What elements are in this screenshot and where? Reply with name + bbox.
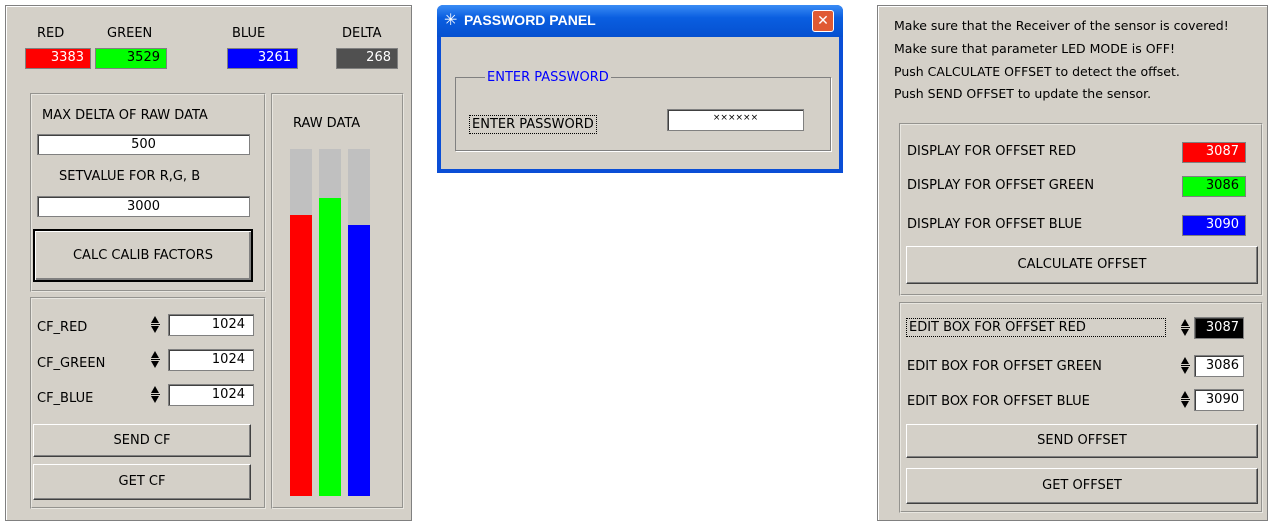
cf-blue-input[interactable]: 1024 — [168, 384, 254, 406]
cf-red-input[interactable]: 1024 — [168, 314, 254, 336]
raw-bar-green — [319, 149, 341, 496]
max-delta-label: MAX DELTA OF RAW DATA — [42, 108, 208, 123]
password-group-label: ENTER PASSWORD — [485, 70, 611, 85]
close-icon: ✕ — [817, 13, 829, 29]
edit-red-input[interactable]: 3087 — [1194, 317, 1244, 339]
cf-blue-spinner[interactable] — [151, 385, 160, 405]
get-cf-button[interactable]: GET CF — [33, 464, 251, 500]
cf-red-label: CF_RED — [37, 320, 88, 335]
instruction-3: Push CALCULATE OFFSET to detect the offs… — [894, 64, 1180, 79]
display-blue-value: 3090 — [1182, 215, 1246, 236]
dialog-title: PASSWORD PANEL — [464, 12, 596, 28]
calculate-offset-button[interactable]: CALCULATE OFFSET — [906, 246, 1258, 284]
display-red-label: DISPLAY FOR OFFSET RED — [907, 144, 1077, 159]
raw-bar-blue — [348, 149, 370, 496]
header-blue: BLUE — [232, 26, 266, 41]
edit-red-label: EDIT BOX FOR OFFSET RED — [906, 318, 1166, 337]
cf-green-label: CF_GREEN — [37, 356, 106, 371]
setvalue-label: SETVALUE FOR R,G, B — [59, 169, 201, 184]
send-offset-button[interactable]: SEND OFFSET — [906, 424, 1258, 458]
offset-panel: Make sure that the Receiver of the senso… — [877, 5, 1268, 521]
password-field-label: ENTER PASSWORD — [469, 115, 597, 134]
edit-green-input[interactable]: 3086 — [1194, 355, 1244, 377]
star-icon: ✳ — [444, 10, 458, 29]
edit-blue-spinner[interactable] — [1181, 390, 1190, 410]
raw-bar-red — [290, 149, 312, 496]
blue-value: 3261 — [227, 48, 298, 69]
get-offset-button[interactable]: GET OFFSET — [906, 468, 1258, 504]
edit-green-spinner[interactable] — [1181, 356, 1190, 376]
send-cf-button[interactable]: SEND CF — [33, 424, 251, 457]
cf-green-spinner[interactable] — [151, 350, 160, 370]
display-blue-label: DISPLAY FOR OFFSET BLUE — [907, 217, 1083, 232]
instruction-2: Make sure that parameter LED MODE is OFF… — [894, 41, 1175, 56]
title-bar: ✳ PASSWORD PANEL ✕ — [437, 5, 843, 37]
display-green-label: DISPLAY FOR OFFSET GREEN — [907, 178, 1095, 193]
dialog-body: ENTER PASSWORD ENTER PASSWORD ×××××× — [441, 37, 839, 169]
edit-red-spinner[interactable] — [1181, 318, 1190, 338]
close-button[interactable]: ✕ — [812, 10, 834, 32]
green-value: 3529 — [95, 48, 167, 69]
calibration-panel: RED GREEN BLUE DELTA 3383 3529 3261 268 … — [5, 5, 412, 521]
header-green: GREEN — [107, 26, 153, 41]
cf-blue-label: CF_BLUE — [37, 391, 94, 406]
red-value: 3383 — [25, 48, 91, 69]
header-delta: DELTA — [342, 26, 382, 41]
header-red: RED — [37, 26, 65, 41]
instruction-4: Push SEND OFFSET to update the sensor. — [894, 86, 1152, 101]
instruction-1: Make sure that the Receiver of the senso… — [894, 18, 1229, 33]
calc-calib-factors-button[interactable]: CALC CALIB FACTORS — [33, 229, 253, 282]
edit-blue-label: EDIT BOX FOR OFFSET BLUE — [907, 394, 1090, 409]
edit-blue-input[interactable]: 3090 — [1194, 389, 1244, 411]
password-dialog: ✳ PASSWORD PANEL ✕ ENTER PASSWORD ENTER … — [437, 5, 843, 173]
edit-green-label: EDIT BOX FOR OFFSET GREEN — [907, 359, 1102, 374]
delta-value: 268 — [336, 48, 398, 69]
max-delta-input[interactable]: 500 — [37, 134, 250, 155]
display-green-value: 3086 — [1182, 176, 1246, 197]
setvalue-input[interactable]: 3000 — [37, 196, 250, 217]
cf-red-spinner[interactable] — [151, 315, 160, 335]
display-red-value: 3087 — [1182, 142, 1246, 163]
cf-green-input[interactable]: 1024 — [168, 349, 254, 371]
raw-data-label: RAW DATA — [293, 116, 361, 131]
password-input[interactable]: ×××××× — [667, 109, 804, 131]
